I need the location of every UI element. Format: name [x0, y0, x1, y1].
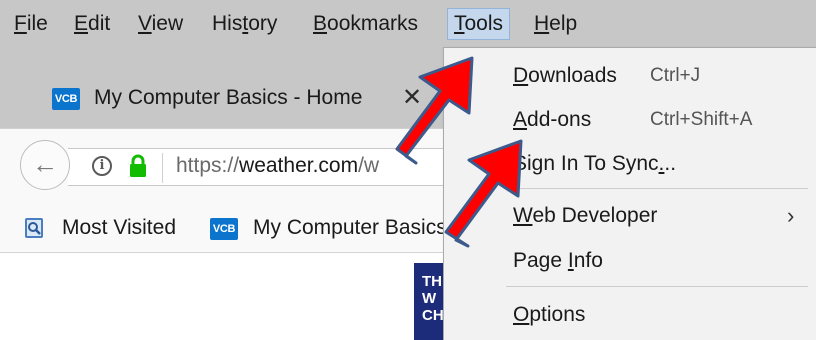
browser-window: File Edit View History Bookmarks Tools H…	[0, 0, 816, 340]
bookmark-most-visited[interactable]: Most Visited	[62, 212, 176, 244]
menu-view[interactable]: View	[138, 8, 183, 40]
bookmark-favicon-icon: VCB	[210, 218, 238, 240]
back-button[interactable]: ←	[20, 140, 70, 190]
menu-separator	[506, 286, 808, 287]
menu-bar: File Edit View History Bookmarks Tools H…	[0, 0, 816, 48]
tab-title[interactable]: My Computer Basics - Home	[94, 82, 394, 114]
back-arrow-icon: ←	[32, 149, 58, 179]
shortcut-downloads: Ctrl+J	[650, 65, 701, 86]
menu-file[interactable]: File	[14, 8, 48, 40]
url-path: /w	[358, 154, 380, 177]
info-icon[interactable]: i	[92, 156, 112, 176]
menu-help[interactable]: Help	[534, 8, 577, 40]
close-icon[interactable]: ✕	[398, 84, 426, 112]
menu-separator	[506, 188, 808, 189]
url-scheme: https://	[176, 154, 240, 177]
menu-history[interactable]: History	[212, 8, 277, 40]
menu-bookmarks[interactable]: Bookmarks	[313, 8, 418, 40]
menu-item-downloads[interactable]: Downloads	[513, 60, 617, 92]
menu-item-add-ons[interactable]: Add-ons	[513, 104, 591, 136]
tools-menu: Downloads Ctrl+J Add-ons Ctrl+Shift+A Si…	[443, 47, 816, 340]
tab-favicon-icon: VCB	[52, 88, 80, 110]
url-separator	[162, 153, 163, 183]
menu-item-options[interactable]: Options	[513, 299, 585, 331]
menu-item-web-developer[interactable]: Web Developer	[513, 200, 657, 232]
menu-item-sign-in-to-sync[interactable]: Sign In To Sync...	[513, 148, 676, 180]
menu-edit[interactable]: Edit	[74, 8, 110, 40]
submenu-chevron-icon: ›	[787, 203, 795, 228]
menu-tools[interactable]: Tools	[447, 8, 511, 40]
shortcut-add-ons: Ctrl+Shift+A	[650, 109, 753, 130]
most-visited-icon	[25, 218, 43, 238]
url-domain: weather.com	[239, 154, 359, 177]
bookmark-my-computer-basics[interactable]: My Computer Basics	[253, 212, 453, 244]
url-text[interactable]: https://weather.com/w	[176, 150, 446, 182]
lock-icon[interactable]	[129, 154, 147, 178]
menu-item-page-info[interactable]: Page Info	[513, 245, 603, 277]
